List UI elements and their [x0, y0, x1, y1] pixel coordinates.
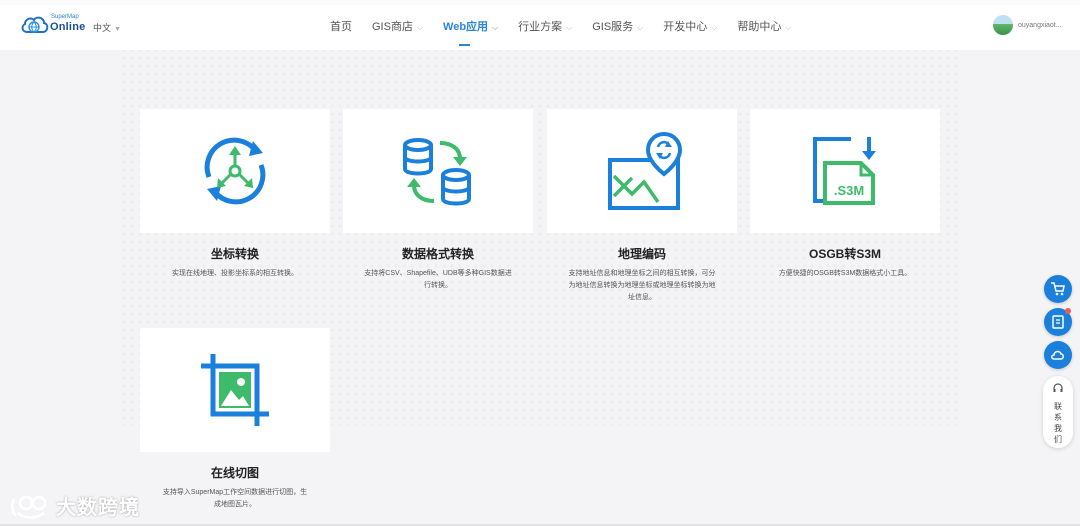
nav-help-center[interactable]: 帮助中心 ⌵ — [737, 0, 791, 50]
shopping-cart-icon — [1051, 282, 1065, 296]
contact-us-button[interactable]: 联系我们 — [1043, 376, 1073, 448]
nav-gis-store[interactable]: GIS商店 ⌵ — [372, 0, 423, 50]
nav-industry-solutions[interactable]: 行业方案 ⌵ — [518, 0, 572, 50]
nav-gis-services[interactable]: GIS服务 ⌵ — [592, 0, 643, 50]
online-tile-cut-icon — [201, 354, 269, 426]
username: ouyangxiaot... — [1018, 21, 1062, 29]
nav-label: Web应用 — [443, 21, 489, 33]
tool-description: 方便快捷的OSGB转S3M数据格式小工具。 — [778, 270, 912, 277]
tool-card[interactable] — [140, 109, 330, 233]
top-header: SuperMap Online 中文 ▼ 首页 GIS商店 ⌵ Web应用 ⌵ 行业方… — [0, 0, 1080, 50]
headset-icon — [1053, 383, 1063, 392]
chevron-down-icon: ⌵ — [637, 23, 644, 32]
chevron-down-icon: ⌵ — [785, 23, 792, 32]
cloud-service-button[interactable] — [1044, 341, 1072, 369]
chevron-down-icon: ⌵ — [566, 23, 573, 32]
chevron-down-icon: ⌵ — [492, 23, 499, 32]
main-nav: 首页 GIS商店 ⌵ Web应用 ⌵ 行业方案 ⌵ GIS服务 ⌵ 开发中心 ⌵ 帮助中心… — [330, 0, 811, 50]
tool-tile-online-tile-cut: 在线切图 支持导入SuperMap工作空间数据进行切图，生成地图瓦片。 — [140, 328, 330, 511]
watermark-logo-icon — [11, 495, 47, 519]
tool-tile-data-format-convert: 数据格式转换 支持将CSV、Shapefile、UDB等多种GIS数据进行转换。 — [343, 109, 533, 292]
tool-title: 数据格式转换 — [401, 247, 474, 261]
nav-label: 行业方案 — [518, 21, 563, 33]
nav-label: GIS商店 — [372, 21, 413, 33]
logo-brand-text: SuperMap — [51, 14, 79, 20]
language-label: 中文 — [93, 23, 112, 33]
shopping-cart-button[interactable] — [1044, 275, 1072, 303]
nav-label: 开发中心 — [663, 21, 708, 33]
tool-title: 地理编码 — [617, 247, 666, 261]
tool-tile-osgb-to-s3m: .S3M OSGB转S3M 方便快捷的OSGB转S3M数据格式小工具。 — [750, 109, 940, 280]
contact-us-label: 联系我们 — [1054, 402, 1062, 444]
nav-home[interactable]: 首页 — [330, 0, 352, 50]
language-selector[interactable]: 中文 ▼ — [93, 21, 121, 34]
coordinate-convert-icon — [204, 137, 266, 205]
nav-label: 首页 — [330, 21, 352, 33]
chevron-down-icon: ▼ — [114, 26, 121, 33]
tool-card[interactable] — [140, 328, 330, 452]
watermark-text: 大数跨境 — [56, 497, 140, 519]
document-icon — [1052, 315, 1064, 329]
osgb-to-s3m-icon: .S3M — [813, 137, 876, 205]
tool-description: 支持地址信息和地理坐标之间的相互转换，可分为地址信息转换为地理坐标或地理坐标转换… — [568, 270, 716, 301]
tool-description: 实现在线地理、投影坐标系的相互转换。 — [172, 270, 298, 277]
tool-description: 支持将CSV、Shapefile、UDB等多种GIS数据进行转换。 — [364, 270, 512, 289]
tool-title: 坐标转换 — [210, 247, 259, 261]
data-format-convert-icon — [403, 138, 471, 206]
geocoding-icon — [608, 131, 682, 210]
tool-card[interactable] — [343, 109, 533, 233]
cloud-icon — [1051, 350, 1064, 360]
tool-title: OSGB转S3M — [808, 247, 881, 261]
tool-card[interactable]: .S3M — [750, 109, 940, 233]
chevron-down-icon: ⌵ — [416, 23, 424, 32]
nav-web-apps[interactable]: Web应用 ⌵ — [443, 0, 498, 50]
avatar — [993, 15, 1013, 35]
cloud-globe-icon — [21, 16, 49, 33]
tool-description: 支持导入SuperMap工作空间数据进行切图，生成地图瓦片。 — [162, 489, 308, 508]
user-menu[interactable]: ouyangxiaot... — [993, 15, 1062, 35]
tool-card[interactable] — [547, 109, 737, 233]
tool-tile-coordinate-convert: 坐标转换 实现在线地理、投影坐标系的相互转换。 — [140, 109, 330, 280]
watermark: 大数跨境 — [10, 491, 140, 520]
chevron-down-icon: ⌵ — [711, 23, 718, 32]
notification-dot — [1065, 308, 1071, 314]
nav-dev-center[interactable]: 开发中心 ⌵ — [663, 0, 717, 50]
s3m-label: .S3M — [834, 183, 864, 198]
logo-product-text: Online — [50, 21, 86, 33]
tool-tile-geocoding: 地理编码 支持地址信息和地理坐标之间的相互转换，可分为地址信息转换为地理坐标或地… — [547, 109, 737, 304]
orders-button[interactable] — [1044, 308, 1072, 336]
nav-label: GIS服务 — [592, 21, 634, 33]
tool-title: 在线切图 — [210, 466, 259, 480]
nav-label: 帮助中心 — [737, 21, 782, 33]
